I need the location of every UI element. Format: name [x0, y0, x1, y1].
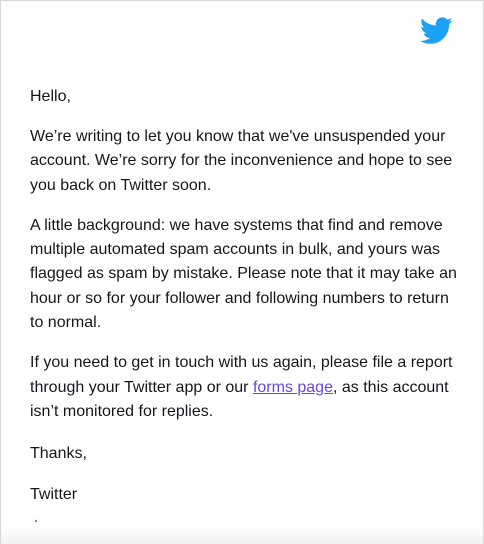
forms-page-link[interactable]: forms page [253, 379, 333, 396]
paragraph-unsuspended: We’re writing to let you know that we've… [30, 127, 453, 194]
twitter-bird-icon [420, 17, 453, 45]
signoff-text: Thanks, [30, 445, 87, 463]
signature-text: Twitter [30, 485, 78, 503]
bottom-fade [1, 526, 483, 544]
paragraph-background: A little background: we have systems tha… [30, 216, 457, 332]
paragraph-contact: If you need to get in touch with us agai… [30, 351, 460, 424]
greeting-text: Hello, [30, 88, 71, 105]
email-body: Hello, We’re writing to let you know tha… [0, 0, 484, 544]
tracking-dot [35, 520, 37, 522]
message-content: Hello, We’re writing to let you know tha… [30, 85, 460, 523]
